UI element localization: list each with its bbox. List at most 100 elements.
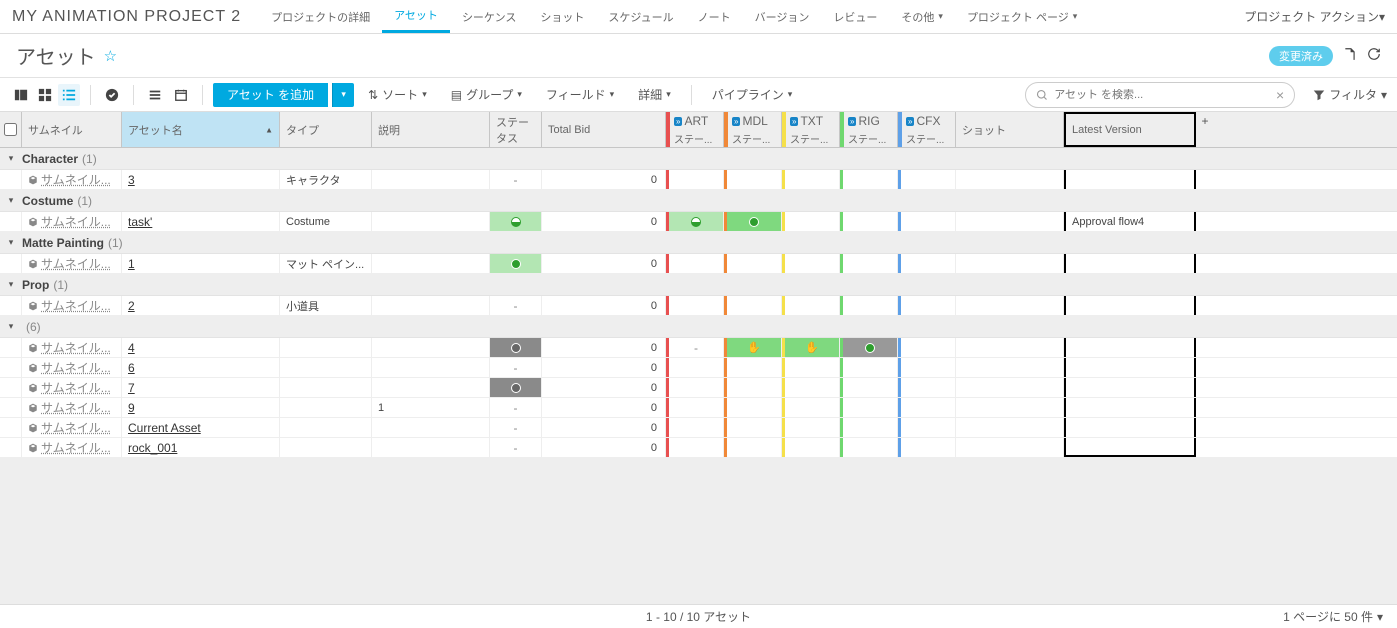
per-page-selector[interactable]: 1 ページに 50 件▾ [1283,608,1383,625]
add-asset-button[interactable]: アセット を追加 [213,83,328,107]
asset-link[interactable]: 6 [128,361,135,375]
pipe-cell-art[interactable] [666,418,724,437]
table-row[interactable]: サムネイル...2小道具-0 [0,296,1397,316]
pipe-cell-mdl[interactable]: ✋ [724,338,782,357]
nav-tab-1[interactable]: アセット [382,0,450,33]
asset-name-cell[interactable]: 2 [122,296,280,315]
status-cell[interactable] [490,254,542,273]
page-save-icon[interactable] [1343,47,1357,64]
nav-tab-9[interactable]: プロジェクト ページ▾ [955,0,1089,33]
pipe-cell-cfx[interactable] [898,398,956,417]
status-cell[interactable]: - [490,398,542,417]
pipeline-menu[interactable]: パイプライン▾ [702,86,803,103]
pipe-cell-txt[interactable] [782,378,840,397]
thumbnail-link[interactable]: サムネイル... [41,297,111,314]
pipe-cell-txt[interactable]: ✋ [782,338,840,357]
pipe-cell-mdl[interactable] [724,170,782,189]
view-grid-icon[interactable] [34,84,56,106]
pipe-cell-txt[interactable] [782,438,840,457]
thumbnail-link[interactable]: サムネイル... [41,171,111,188]
table-row[interactable]: サムネイル...91-0 [0,398,1397,418]
pipe-cell-cfx[interactable] [898,378,956,397]
status-cell[interactable]: - [490,418,542,437]
pipe-cell-cfx[interactable] [898,212,956,231]
asset-link[interactable]: Current Asset [128,421,201,435]
asset-name-cell[interactable]: rock_001 [122,438,280,457]
thumbnail-link[interactable]: サムネイル... [41,399,111,416]
table-row[interactable]: サムネイル...1マット ペイン...0 [0,254,1397,274]
asset-link[interactable]: 3 [128,173,135,187]
pipe-cell-art[interactable] [666,296,724,315]
pipe-cell-mdl[interactable] [724,296,782,315]
pipe-cell-art[interactable] [666,170,724,189]
select-all-checkbox[interactable] [4,123,17,136]
table-row[interactable]: サムネイル...40-✋✋ [0,338,1397,358]
col-asset-name[interactable]: アセット名 [122,112,280,147]
asset-name-cell[interactable]: 3 [122,170,280,189]
thumbnail-link[interactable]: サムネイル... [41,419,111,436]
status-cell[interactable]: - [490,358,542,377]
pipe-cell-txt[interactable] [782,418,840,437]
col-pipe-rig[interactable]: »RIGステー... [840,112,898,147]
group-expand-icon[interactable]: ▾ [0,321,22,332]
add-asset-dropdown[interactable]: ▾ [332,83,354,107]
nav-tab-8[interactable]: その他▾ [889,0,955,33]
col-description[interactable]: 説明 [372,112,490,147]
thumbnail-link[interactable]: サムネイル... [41,213,111,230]
pipe-cell-rig[interactable] [840,438,898,457]
thumbnail-cell[interactable]: サムネイル... [22,418,122,437]
project-actions-menu[interactable]: プロジェクト アクション▾ [1244,8,1385,25]
thumbnail-cell[interactable]: サムネイル... [22,378,122,397]
calendar-icon[interactable] [170,84,192,106]
pipe-cell-rig[interactable] [840,418,898,437]
pipe-cell-txt[interactable] [782,358,840,377]
asset-link[interactable]: 7 [128,381,135,395]
pipe-cell-art[interactable] [666,378,724,397]
asset-name-cell[interactable]: 6 [122,358,280,377]
pipe-cell-mdl[interactable] [724,398,782,417]
table-row[interactable]: サムネイル...rock_001-0 [0,438,1397,458]
asset-link[interactable]: task' [128,215,152,229]
nav-tab-7[interactable]: レビュー [821,0,889,33]
thumbnail-link[interactable]: サムネイル... [41,339,111,356]
pipe-cell-art[interactable] [666,212,724,231]
pipe-cell-rig[interactable] [840,170,898,189]
pipe-cell-rig[interactable] [840,338,898,357]
group-row[interactable]: ▾(6) [0,316,1397,338]
search-clear-icon[interactable]: × [1276,87,1284,103]
pipe-cell-txt[interactable] [782,398,840,417]
asset-name-cell[interactable]: 7 [122,378,280,397]
add-column-icon[interactable]: + [1196,112,1214,147]
view-split-icon[interactable] [10,84,32,106]
group-expand-icon[interactable]: ▾ [0,237,22,248]
favorite-star-icon[interactable]: ☆ [104,47,117,65]
asset-name-cell[interactable]: 9 [122,398,280,417]
group-expand-icon[interactable]: ▾ [0,279,22,290]
pipe-cell-mdl[interactable] [724,254,782,273]
table-row[interactable]: サムネイル...Current Asset-0 [0,418,1397,438]
pipe-cell-mdl[interactable] [724,418,782,437]
table-row[interactable]: サムネイル...70 [0,378,1397,398]
asset-name-cell[interactable]: task' [122,212,280,231]
fields-menu[interactable]: フィールド▾ [536,86,624,103]
thumbnail-link[interactable]: サムネイル... [41,359,111,376]
pipe-cell-rig[interactable] [840,212,898,231]
group-row[interactable]: ▾Prop(1) [0,274,1397,296]
thumbnail-cell[interactable]: サムネイル... [22,254,122,273]
nav-tab-4[interactable]: スケジュール [596,0,685,33]
group-expand-icon[interactable]: ▾ [0,153,22,164]
asset-link[interactable]: 9 [128,401,135,415]
thumbnail-cell[interactable]: サムネイル... [22,212,122,231]
pipe-cell-mdl[interactable] [724,212,782,231]
group-row[interactable]: ▾Character(1) [0,148,1397,170]
pipe-cell-cfx[interactable] [898,338,956,357]
status-cell[interactable]: - [490,296,542,315]
asset-link[interactable]: rock_001 [128,441,177,455]
pipe-cell-art[interactable] [666,254,724,273]
nav-tab-0[interactable]: プロジェクトの詳細 [259,0,382,33]
pipe-cell-rig[interactable] [840,398,898,417]
pipe-cell-rig[interactable] [840,254,898,273]
table-row[interactable]: サムネイル...3キャラクタ-0 [0,170,1397,190]
detail-menu[interactable]: 詳細▾ [628,86,681,103]
thumbnail-cell[interactable]: サムネイル... [22,170,122,189]
